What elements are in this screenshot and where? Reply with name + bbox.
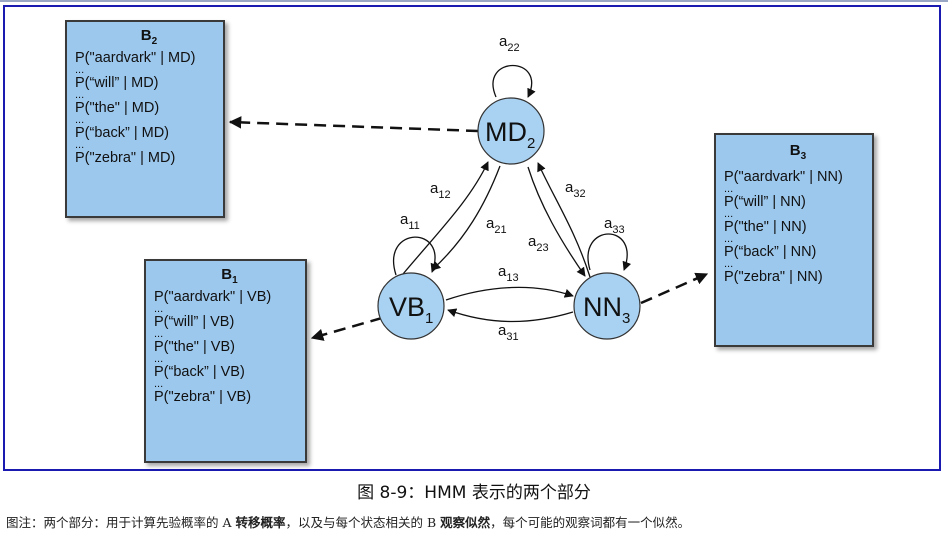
b3-dots: ... [724, 258, 734, 270]
state-vb-sub: 1 [425, 310, 433, 327]
label-a23: a23 [528, 233, 549, 254]
b1-line-zebra: P("zebra" | VB) [154, 389, 252, 405]
b2-line-back: P(“back” | MD) [75, 125, 169, 141]
label-a11: a11 [400, 211, 420, 232]
state-vb: VB1 [377, 272, 445, 340]
b2-dots: ... [75, 64, 85, 76]
b3-title: B3 [789, 142, 807, 163]
note-middle: ，以及与每个状态相关的 B [285, 515, 441, 530]
label-a13: a13 [498, 263, 519, 284]
label-a33: a33 [604, 215, 625, 236]
b1-dots: ... [154, 303, 164, 315]
state-vb-name: VB [389, 292, 425, 322]
b2-dots: ... [75, 139, 85, 151]
b1-line-will: P(“will” | VB) [154, 314, 235, 330]
label-a12: a12 [430, 180, 451, 201]
label-a21: a21 [486, 215, 507, 236]
b3-dots: ... [724, 183, 734, 195]
state-nn: NN3 [573, 272, 641, 340]
state-md-name: MD [485, 117, 527, 147]
emission-box-b3: B3 P("aardvark" | NN) ... P(“will” | NN)… [714, 133, 874, 347]
b3-line-the: P("the" | NN) [724, 219, 807, 235]
note-bold-observation: 观察似然 [440, 515, 491, 530]
b2-dots: ... [75, 89, 85, 101]
b2-dots: ... [75, 114, 85, 126]
edge-md-nn [527, 166, 586, 277]
b3-line-back: P(“back” | NN) [724, 244, 817, 260]
b2-line-the: P("the" | MD) [75, 100, 160, 116]
b3-line-will: P(“will” | NN) [724, 194, 806, 210]
b3-line-zebra: P("zebra" | NN) [724, 269, 823, 285]
b1-title: B1 [221, 266, 238, 287]
note-suffix: ，每个可能的观察词都有一个似然。 [490, 515, 691, 530]
state-md: MD2 [477, 97, 545, 165]
b3-line-aardvark: P("aardvark" | NN) [724, 169, 843, 185]
label-a31: a31 [498, 322, 519, 343]
self-loop-nn [587, 233, 632, 271]
self-loop-vb [393, 236, 440, 276]
edge-nn-md [537, 162, 591, 278]
b3-dots: ... [724, 208, 734, 220]
b1-dots: ... [154, 328, 164, 340]
label-a32: a32 [565, 179, 586, 200]
emission-arrow-nn [640, 272, 709, 305]
b1-line-the: P("the" | VB) [154, 339, 235, 355]
b2-line-will: P(“will” | MD) [75, 75, 159, 91]
state-md-sub: 2 [527, 135, 535, 152]
label-a22: a22 [499, 33, 520, 54]
self-loop-md [492, 65, 536, 98]
b2-line-zebra: P("zebra" | MD) [75, 150, 176, 166]
figure-caption: 图 8-9：HMM 表示的两个部分 [357, 483, 591, 503]
emission-box-b1: B1 P("aardvark" | VB) ... P(“will” | VB)… [144, 259, 307, 463]
b2-title: B2 [140, 27, 158, 48]
note-prefix: 图注：两个部分：用于计算先验概率的 A [6, 515, 236, 530]
emission-box-b2: B2 P("aardvark" | MD) ... P(“will” | MD)… [65, 20, 225, 218]
figure-note: 图注：两个部分：用于计算先验概率的 A 转移概率，以及与每个状态相关的 B 观察… [6, 512, 946, 531]
b1-dots: ... [154, 378, 164, 390]
b3-dots: ... [724, 233, 734, 245]
edge-vb-nn [445, 286, 574, 301]
b1-line-aardvark: P("aardvark" | VB) [154, 289, 272, 305]
b2-line-aardvark: P("aardvark" | MD) [75, 50, 196, 66]
b1-line-back: P(“back” | VB) [154, 364, 245, 380]
emission-arrow-vb [310, 316, 383, 341]
note-bold-transition: 转移概率 [235, 515, 286, 530]
b1-dots: ... [154, 353, 164, 365]
edge-nn-vb [447, 308, 574, 323]
state-nn-sub: 3 [622, 310, 630, 327]
state-nn-name: NN [583, 292, 622, 322]
emission-arrow-md [228, 116, 479, 133]
